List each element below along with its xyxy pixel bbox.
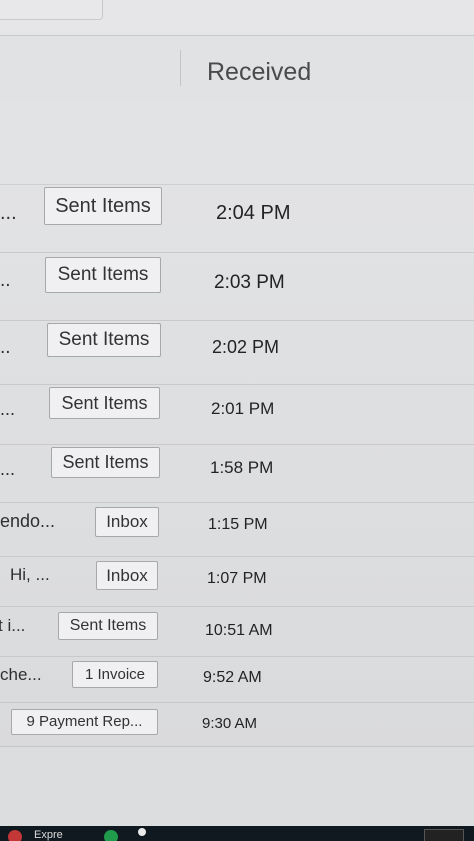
received-time: 10:51 AM xyxy=(205,622,273,639)
toolbar-control-fragment[interactable] xyxy=(0,0,103,20)
folder-badge: Sent Items xyxy=(58,612,158,640)
message-snippet: che... xyxy=(0,665,42,684)
message-snippet: t i... xyxy=(0,616,26,635)
message-snippet: .. xyxy=(0,270,11,291)
received-time: 2:02 PM xyxy=(212,337,280,357)
folder-badge: Inbox xyxy=(96,561,158,590)
received-column-header[interactable]: Received xyxy=(207,58,311,87)
message-row[interactable]: ... Sent Items 1:58 PM xyxy=(0,444,474,503)
list-spacer xyxy=(0,100,474,185)
message-row[interactable]: .. Sent Items 2:02 PM xyxy=(0,320,474,385)
message-snippet: Hi, ... xyxy=(10,565,50,584)
taskbar: Expre xyxy=(0,826,474,841)
message-row[interactable]: ... Sent Items 2:01 PM xyxy=(0,384,474,445)
folder-badge: Inbox xyxy=(95,507,159,537)
column-header-bar: Received xyxy=(0,35,474,101)
message-snippet: .. xyxy=(0,337,11,358)
message-row[interactable]: t i... Sent Items 10:51 AM xyxy=(0,606,474,657)
received-time: 1:07 PM xyxy=(207,570,267,587)
message-row[interactable]: 9 Payment Rep... 9:30 AM xyxy=(0,702,474,747)
folder-badge: Sent Items xyxy=(45,257,161,293)
received-time: 1:58 PM xyxy=(210,458,274,477)
message-row[interactable]: Hi, ... Inbox 1:07 PM xyxy=(0,556,474,607)
received-time: 9:52 AM xyxy=(203,669,262,686)
app-icon-red[interactable] xyxy=(8,830,22,841)
folder-badge: Sent Items xyxy=(49,387,160,419)
message-snippet: ... xyxy=(0,459,16,479)
empty-list-area xyxy=(0,746,474,827)
mail-list-screen: Received ... Sent Items 2:04 PM .. Sent … xyxy=(0,0,474,841)
message-snippet: ... xyxy=(0,202,17,224)
folder-badge: Sent Items xyxy=(47,323,161,357)
status-dot-icon xyxy=(138,828,146,836)
received-time: 2:04 PM xyxy=(216,202,291,224)
message-snippet: endo... xyxy=(0,511,56,531)
message-row[interactable]: endo... Inbox 1:15 PM xyxy=(0,502,474,557)
received-time: 9:30 AM xyxy=(202,715,258,732)
message-row[interactable]: che... 1 Invoice 9:52 AM xyxy=(0,656,474,703)
received-time: 2:03 PM xyxy=(214,272,285,293)
message-snippet: ... xyxy=(0,399,16,419)
message-row[interactable]: .. Sent Items 2:03 PM xyxy=(0,252,474,321)
app-icon-green[interactable] xyxy=(104,830,118,841)
received-time: 2:01 PM xyxy=(211,399,275,418)
taskbar-button-icon[interactable] xyxy=(424,829,464,841)
received-time: 1:15 PM xyxy=(208,516,268,533)
taskbar-app-label[interactable]: Expre xyxy=(34,829,63,841)
folder-badge: 1 Invoice xyxy=(72,661,158,688)
folder-badge: Sent Items xyxy=(44,187,162,225)
message-row[interactable]: ... Sent Items 2:04 PM xyxy=(0,184,474,253)
folder-badge: Sent Items xyxy=(51,447,160,478)
folder-badge: 9 Payment Rep... xyxy=(11,709,158,735)
column-divider xyxy=(180,50,181,86)
